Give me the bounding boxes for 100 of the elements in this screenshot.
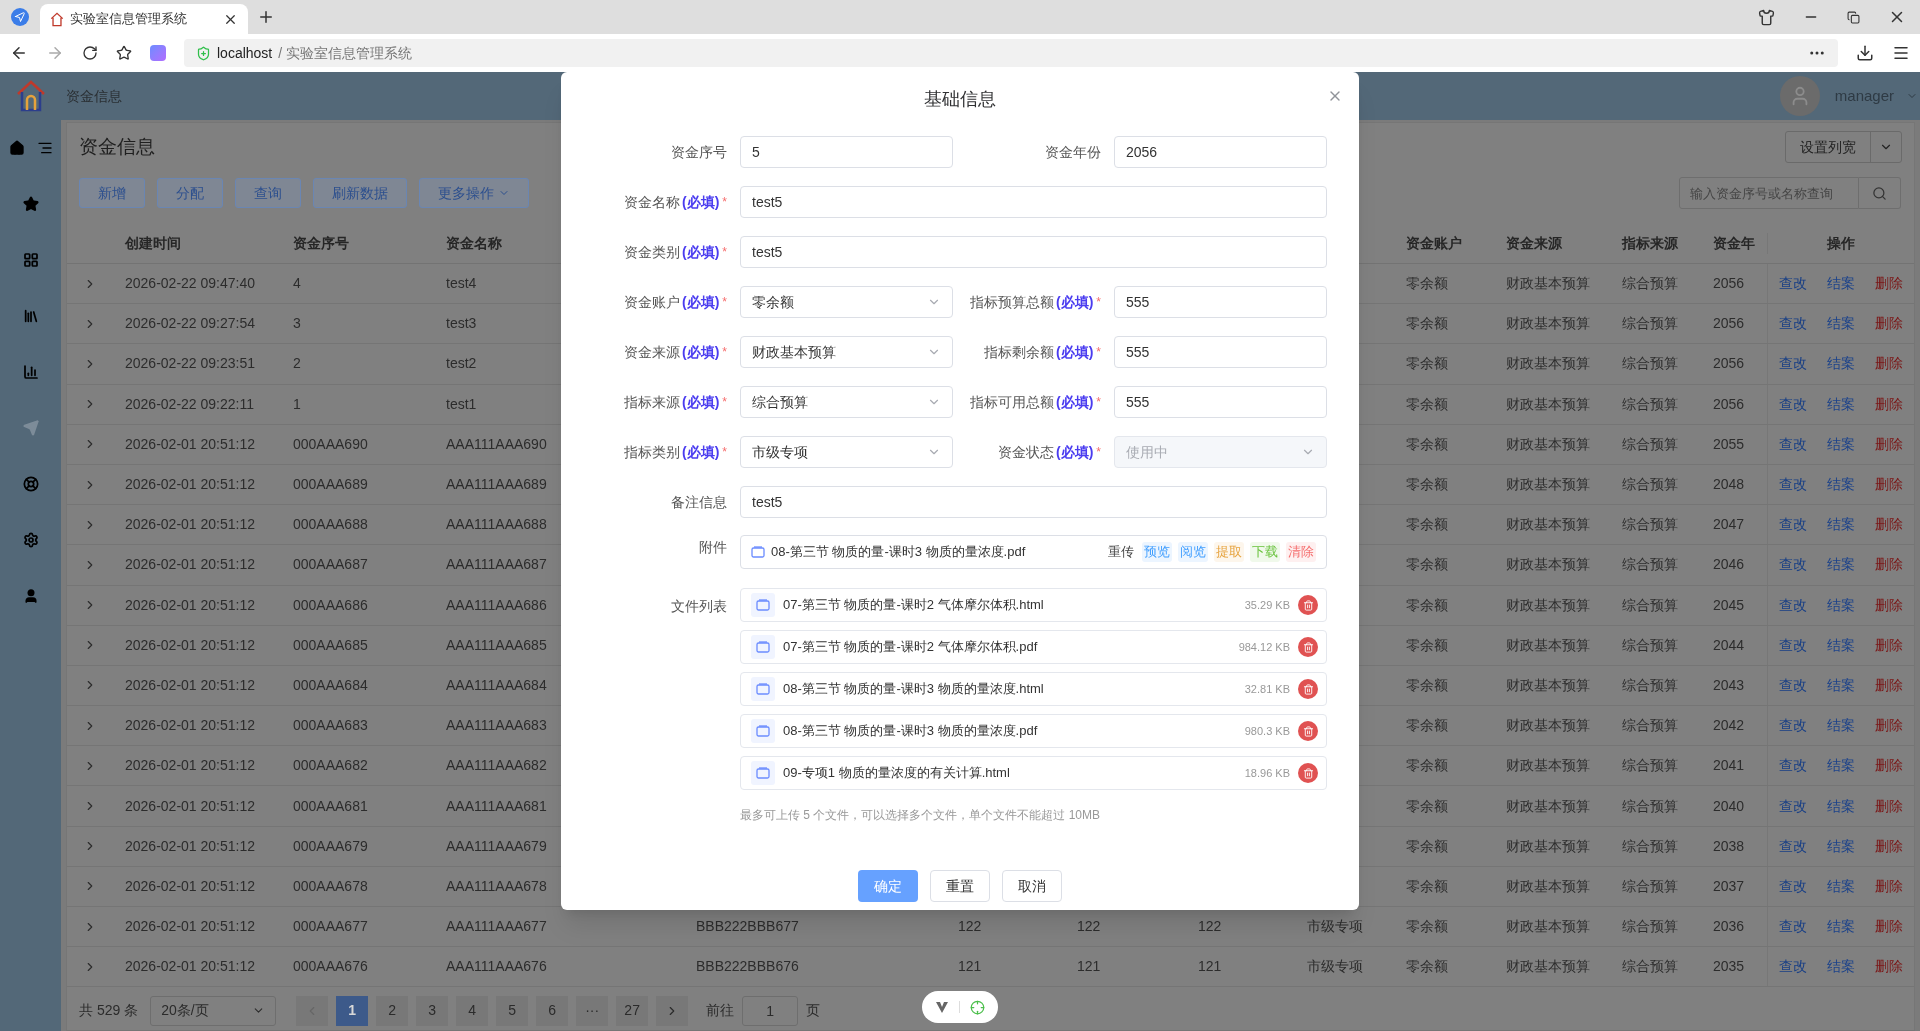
row-action-link[interactable]: 删除 [1875, 594, 1903, 616]
input-field[interactable]: 555 [1114, 286, 1327, 318]
url-path[interactable]: / 实验室信息管理系统 [278, 42, 413, 64]
row-action-link[interactable]: 查改 [1779, 916, 1807, 938]
toolbar-button[interactable]: 更多操作 [419, 178, 529, 208]
row-action-link[interactable]: 删除 [1875, 514, 1903, 536]
column-width-button[interactable]: 设置列宽 [1785, 131, 1902, 163]
row-action-link[interactable]: 结案 [1827, 353, 1855, 375]
row-action-link[interactable]: 结案 [1827, 835, 1855, 857]
row-action-link[interactable]: 查改 [1779, 755, 1807, 777]
goto-page-field[interactable]: 1 [742, 995, 799, 1026]
row-action-link[interactable]: 查改 [1779, 634, 1807, 656]
attachment-action-button[interactable]: 重传 [1106, 542, 1136, 562]
field-label: 指标来源 [624, 392, 680, 412]
table-cell: 2036 [1713, 918, 1745, 935]
dialog-button[interactable]: 确定 [858, 870, 918, 902]
page-button[interactable]: 6 [536, 995, 569, 1026]
page-size-select[interactable]: 20条/页 [150, 995, 277, 1026]
row-action-link[interactable]: 查改 [1779, 594, 1807, 616]
browser-tab[interactable]: 实验室信息管理系统 [40, 4, 248, 34]
row-action-link[interactable]: 查改 [1779, 674, 1807, 696]
input-field[interactable]: test5 [740, 236, 1327, 268]
input-field[interactable]: test5 [740, 486, 1327, 518]
row-action-link[interactable]: 结案 [1827, 715, 1855, 737]
required-mark: * [1096, 294, 1101, 311]
url-host[interactable]: localhost [217, 42, 273, 64]
row-action-link[interactable]: 删除 [1875, 313, 1903, 335]
attachment-action-button[interactable]: 提取 [1214, 542, 1244, 562]
row-action-link[interactable]: 结案 [1827, 674, 1855, 696]
dialog-button[interactable]: 取消 [1002, 870, 1062, 902]
input-field[interactable]: test5 [740, 186, 1327, 218]
row-action-link[interactable]: 查改 [1779, 795, 1807, 817]
row-action-link[interactable]: 查改 [1779, 875, 1807, 897]
toolbar-button[interactable]: 分配 [157, 178, 223, 208]
input-field[interactable]: 555 [1114, 336, 1327, 368]
row-action-link[interactable]: 结案 [1827, 594, 1855, 616]
row-action-link[interactable]: 结案 [1827, 433, 1855, 455]
toolbar-button[interactable]: 新增 [79, 178, 145, 208]
row-action-link[interactable]: 删除 [1875, 353, 1903, 375]
select-field[interactable]: 市级专项 [740, 436, 953, 468]
row-action-link[interactable]: 结案 [1827, 514, 1855, 536]
page-button[interactable]: 5 [496, 995, 529, 1026]
input-field[interactable]: 5 [740, 136, 953, 168]
row-action-link[interactable]: 查改 [1779, 554, 1807, 576]
row-action-link[interactable]: 查改 [1779, 353, 1807, 375]
attachment-action-button[interactable]: 清除 [1286, 542, 1316, 562]
row-action-link[interactable]: 查改 [1779, 514, 1807, 536]
row-action-link[interactable]: 查改 [1779, 715, 1807, 737]
row-action-link[interactable]: 删除 [1875, 875, 1903, 897]
page-button[interactable]: 3 [416, 995, 449, 1026]
page-button[interactable]: 27 [616, 995, 649, 1026]
row-action-link[interactable]: 删除 [1875, 835, 1903, 857]
select-field[interactable]: 财政基本预算 [740, 336, 953, 368]
row-action-link[interactable]: 结案 [1827, 273, 1855, 295]
input-field[interactable]: 555 [1114, 386, 1327, 418]
attachment-action-button[interactable]: 预览 [1142, 542, 1172, 562]
page-button[interactable]: 4 [456, 995, 489, 1026]
column-header: 指标来源 [1622, 235, 1678, 251]
row-action-link[interactable]: 删除 [1875, 956, 1903, 978]
row-action-link[interactable]: 删除 [1875, 674, 1903, 696]
toolbar-button[interactable]: 查询 [235, 178, 301, 208]
page-button[interactable]: 1 [336, 995, 369, 1026]
row-action-link[interactable]: 查改 [1779, 433, 1807, 455]
row-action-link[interactable]: 删除 [1875, 715, 1903, 737]
select-field[interactable]: 零余额 [740, 286, 953, 318]
row-action-link[interactable]: 查改 [1779, 273, 1807, 295]
row-action-link[interactable]: 删除 [1875, 273, 1903, 295]
select-field[interactable]: 综合预算 [740, 386, 953, 418]
row-action-link[interactable]: 删除 [1875, 755, 1903, 777]
row-action-link[interactable]: 结案 [1827, 634, 1855, 656]
dialog-button[interactable]: 重置 [930, 870, 990, 902]
row-action-link[interactable]: 删除 [1875, 795, 1903, 817]
row-action-link[interactable]: 结案 [1827, 474, 1855, 496]
table-cell: 2026-02-01 20:51:12 [125, 958, 255, 975]
row-action-link[interactable]: 结案 [1827, 916, 1855, 938]
attachment-action-button[interactable]: 阅览 [1178, 542, 1208, 562]
row-action-link[interactable]: 删除 [1875, 433, 1903, 455]
page-button[interactable]: ··· [576, 995, 609, 1026]
row-action-link[interactable]: 查改 [1779, 835, 1807, 857]
row-action-link[interactable]: 结案 [1827, 875, 1855, 897]
column-header: 操作 [1827, 235, 1855, 251]
row-action-link[interactable]: 结案 [1827, 755, 1855, 777]
row-action-link[interactable]: 结案 [1827, 393, 1855, 415]
row-action-link[interactable]: 删除 [1875, 554, 1903, 576]
input-field[interactable]: 2056 [1114, 136, 1327, 168]
row-action-link[interactable]: 删除 [1875, 916, 1903, 938]
attachment-action-button[interactable]: 下载 [1250, 542, 1280, 562]
row-action-link[interactable]: 查改 [1779, 474, 1807, 496]
row-action-link[interactable]: 结案 [1827, 956, 1855, 978]
toolbar-button[interactable]: 刷新数据 [313, 178, 407, 208]
row-action-link[interactable]: 结案 [1827, 313, 1855, 335]
row-action-link[interactable]: 查改 [1779, 393, 1807, 415]
row-action-link[interactable]: 删除 [1875, 634, 1903, 656]
page-button[interactable]: 2 [376, 995, 409, 1026]
row-action-link[interactable]: 查改 [1779, 956, 1807, 978]
row-action-link[interactable]: 结案 [1827, 554, 1855, 576]
row-action-link[interactable]: 结案 [1827, 795, 1855, 817]
row-action-link[interactable]: 删除 [1875, 393, 1903, 415]
row-action-link[interactable]: 删除 [1875, 474, 1903, 496]
row-action-link[interactable]: 查改 [1779, 313, 1807, 335]
